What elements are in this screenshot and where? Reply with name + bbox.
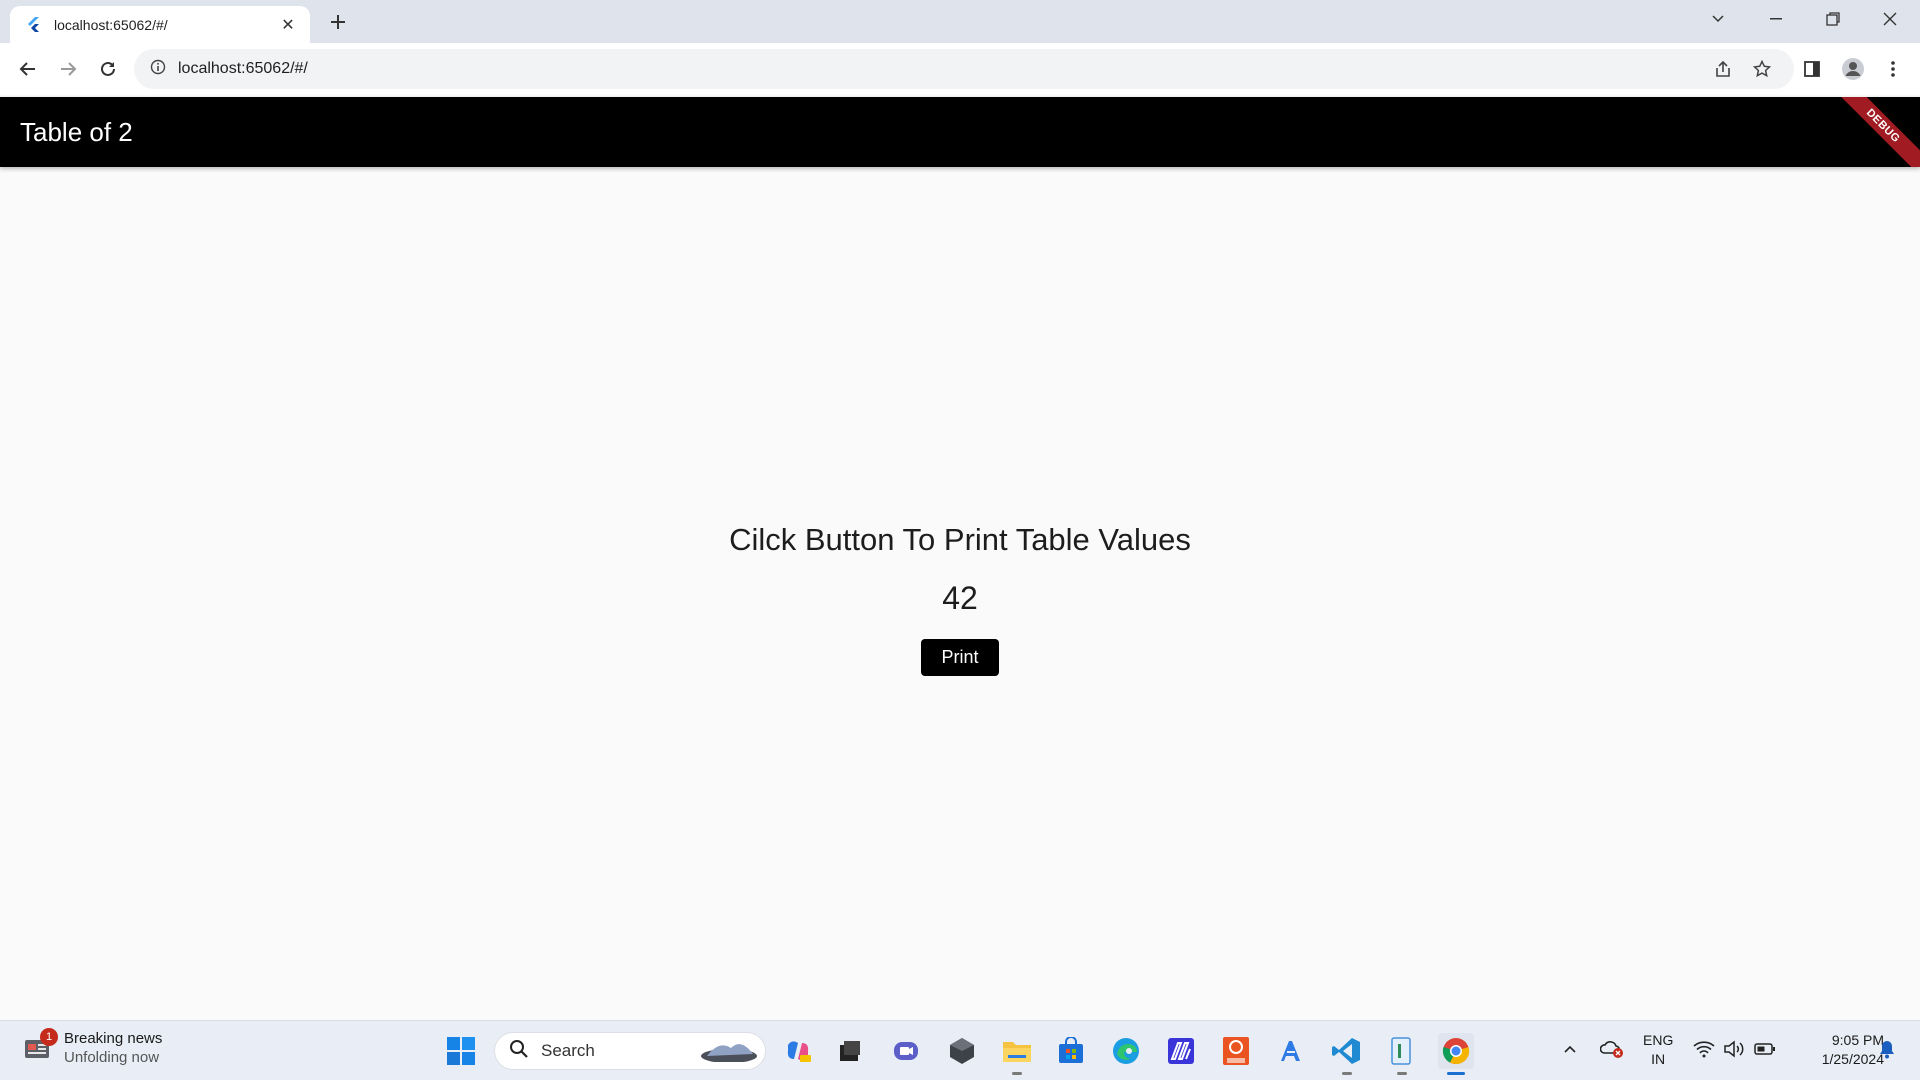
news-subtitle: Unfolding now (64, 1049, 160, 1066)
hexagon-app-icon[interactable] (944, 1033, 980, 1069)
chevron-up-icon[interactable] (1555, 1031, 1585, 1067)
file-explorer-icon[interactable] (999, 1033, 1035, 1069)
forward-icon[interactable] (52, 53, 84, 85)
close-tab-icon[interactable]: ✕ (278, 15, 298, 35)
volume-icon[interactable] (1719, 1031, 1749, 1067)
main-content: Cilck Button To Print Table Values 42 Pr… (0, 167, 1920, 1020)
running-indicator (1342, 1072, 1352, 1075)
notepad-app-icon[interactable] (1383, 1033, 1419, 1069)
clock-date: 1/25/2024 (1821, 1051, 1884, 1067)
teams-meet-icon[interactable] (888, 1033, 924, 1069)
taskbar: 1 Breaking news Unfolding now Search ENG… (0, 1020, 1920, 1080)
tab-title: localhost:65062/#/ (54, 16, 168, 33)
news-title: Breaking news (64, 1030, 163, 1047)
profile-avatar-icon[interactable] (1837, 53, 1869, 85)
running-indicator (1397, 1072, 1407, 1075)
print-button[interactable]: Print (921, 638, 999, 676)
url-text: localhost:65062/#/ (178, 60, 308, 77)
browser-toolbar: localhost:65062/#/ (0, 43, 1920, 95)
onedrive-error-icon[interactable] (1597, 1031, 1627, 1067)
menu-kebab-icon[interactable] (1877, 53, 1909, 85)
search-highlight-icon (699, 1036, 759, 1067)
app-bar: Table of 2 DEBUG (0, 97, 1920, 167)
news-icon: 1 (22, 1028, 58, 1064)
language-code: ENG (1643, 1032, 1674, 1048)
taskbar-search[interactable]: Search (494, 1032, 766, 1070)
news-widget[interactable]: 1 Breaking news Unfolding now (22, 1028, 163, 1067)
editor-app-icon[interactable] (1163, 1033, 1199, 1069)
wifi-icon[interactable] (1689, 1031, 1719, 1067)
system-clock[interactable]: 9:05 PM 1/25/2024 (1794, 1031, 1884, 1069)
edge-icon[interactable] (1108, 1033, 1144, 1069)
news-badge: 1 (40, 1028, 58, 1046)
region-code: IN (1651, 1051, 1666, 1067)
search-icon (509, 1039, 529, 1064)
side-panel-icon[interactable] (1796, 53, 1828, 85)
battery-icon[interactable] (1750, 1031, 1780, 1067)
language-indicator[interactable]: ENG IN (1643, 1031, 1673, 1069)
flutter-icon (26, 16, 42, 33)
microsoft-store-icon[interactable] (1053, 1033, 1089, 1069)
address-bar[interactable]: localhost:65062/#/ (134, 49, 1794, 89)
table-value: 42 (942, 579, 978, 616)
instruction-heading: Cilck Button To Print Table Values (729, 521, 1191, 557)
site-info-icon[interactable] (150, 59, 166, 80)
debug-banner: DEBUG (1823, 97, 1920, 167)
new-tab-button[interactable] (324, 8, 352, 36)
back-icon[interactable] (12, 53, 44, 85)
search-label: Search (541, 1041, 595, 1060)
bookmark-star-icon[interactable] (1746, 53, 1778, 85)
share-icon[interactable] (1707, 53, 1739, 85)
active-indicator (1447, 1072, 1465, 1075)
ubuntu-terminal-icon[interactable] (1218, 1033, 1254, 1069)
copilot-icon[interactable] (780, 1033, 816, 1069)
translator-icon[interactable] (1273, 1033, 1309, 1069)
start-windows-icon[interactable] (443, 1033, 479, 1069)
chrome-icon[interactable] (1438, 1033, 1474, 1069)
browser-tab[interactable]: localhost:65062/#/ ✕ (10, 6, 310, 43)
minimize-button[interactable] (1748, 0, 1804, 38)
notification-bell-icon[interactable] (1872, 1031, 1902, 1067)
clock-time: 9:05 PM (1831, 1032, 1884, 1048)
restore-button[interactable] (1805, 0, 1861, 38)
vscode-icon[interactable] (1328, 1033, 1364, 1069)
tab-search-icon[interactable] (1690, 0, 1746, 38)
close-window-button[interactable] (1862, 0, 1918, 38)
page-title: Table of 2 (20, 117, 133, 147)
reload-icon[interactable] (92, 53, 124, 85)
running-indicator (1012, 1072, 1022, 1075)
browser-tab-strip: localhost:65062/#/ ✕ (0, 0, 1920, 43)
task-view-icon[interactable] (832, 1033, 868, 1069)
